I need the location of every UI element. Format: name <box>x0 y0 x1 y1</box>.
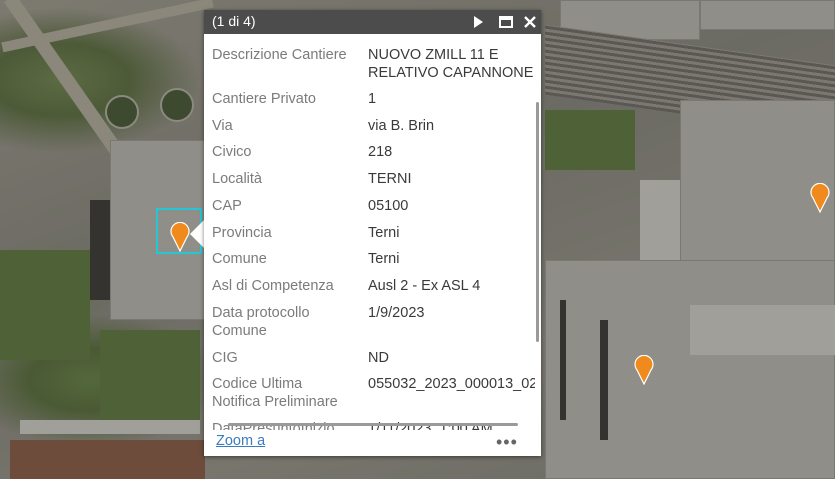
field-label: Civico <box>212 144 252 160</box>
field-label: CAP <box>212 198 242 214</box>
vertical-scrollbar[interactable] <box>536 102 539 342</box>
field-label: Asl di Competenza <box>212 278 334 294</box>
field-label: Comune <box>212 251 267 267</box>
field-value: TERNI <box>368 171 412 187</box>
field-label: CIG <box>212 350 238 366</box>
field-value: ND <box>368 350 389 366</box>
building-shadow <box>600 320 608 440</box>
field-value: via B. Brin <box>368 118 435 134</box>
popup-footer: Zoom a ••• <box>204 430 541 456</box>
more-options-icon[interactable]: ••• <box>496 432 518 453</box>
popup-header: (1 di 4) <box>204 10 541 34</box>
popup-pointer <box>190 219 205 249</box>
building <box>700 0 835 30</box>
building <box>545 260 835 479</box>
field-value: 055032_2023_000013_02 <box>368 376 535 392</box>
field-label: Codice Ultima Notifica Preliminare <box>212 376 338 410</box>
field-label: Località <box>212 171 262 187</box>
field-value: Ausl 2 - Ex ASL 4 <box>368 278 481 294</box>
vegetation <box>100 330 200 420</box>
circular-tank <box>105 95 139 129</box>
horizontal-scrollbar[interactable] <box>228 423 518 426</box>
map-marker[interactable] <box>810 183 830 213</box>
circular-tank <box>160 88 194 122</box>
zoom-to-link[interactable]: Zoom a <box>216 433 265 449</box>
play-icon[interactable] <box>470 14 486 30</box>
field-value: Terni <box>368 251 400 267</box>
building <box>690 305 835 355</box>
vegetation <box>0 250 90 360</box>
field-label: Cantiere Privato <box>212 91 316 107</box>
feature-popup: (1 di 4) Descrizione Cantiere NUOVO ZMIL… <box>204 10 541 456</box>
field-label: Data protocollo Comune <box>212 305 310 339</box>
field-value: 218 <box>368 144 393 160</box>
close-icon[interactable] <box>522 14 538 30</box>
field-value: 1/9/2023 <box>368 305 425 321</box>
popup-title: (1 di 4) <box>212 13 256 29</box>
maximize-icon[interactable] <box>498 14 514 30</box>
popup-content[interactable]: Descrizione Cantiere NUOVO ZMILL 11 E RE… <box>204 34 535 430</box>
field-value: 1 <box>368 91 377 107</box>
field-label: Descrizione Cantiere <box>212 47 347 63</box>
field-label: Via <box>212 118 233 134</box>
field-value: 05100 <box>368 198 409 214</box>
field-value: NUOVO ZMILL 11 E RELATIVO CAPANNONE <box>368 47 534 81</box>
building-shadow <box>560 300 566 420</box>
building-shadow <box>90 200 110 300</box>
map-marker[interactable] <box>634 355 654 385</box>
field-label: Provincia <box>212 225 272 241</box>
building <box>10 440 205 479</box>
building <box>640 180 680 270</box>
field-value: Terni <box>368 225 400 241</box>
vegetation <box>545 110 635 170</box>
building <box>20 420 200 434</box>
